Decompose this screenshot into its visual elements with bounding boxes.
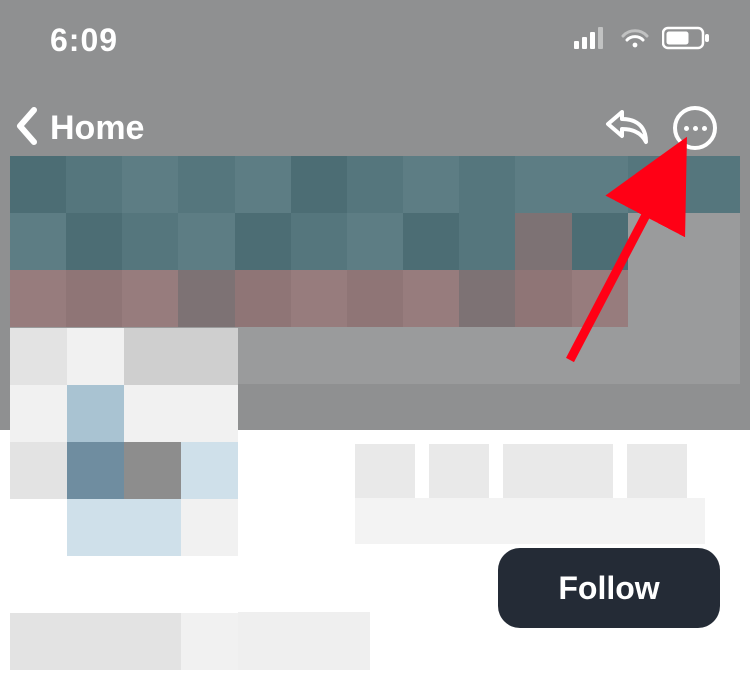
- profile-handle-placeholder: [355, 498, 705, 544]
- cellular-signal-icon: [574, 27, 608, 54]
- navigation-bar: Home: [0, 100, 750, 156]
- status-icons: [574, 26, 710, 55]
- more-options-button[interactable]: [670, 103, 720, 153]
- screen-root: 6:09 Home: [0, 0, 750, 691]
- chevron-left-icon: [12, 106, 40, 151]
- wifi-icon: [620, 27, 650, 54]
- profile-avatar-pixelated: [10, 328, 238, 670]
- status-time: 6:09: [50, 22, 118, 59]
- battery-icon: [662, 26, 710, 55]
- back-button[interactable]: Home: [12, 106, 144, 151]
- follow-button[interactable]: Follow: [498, 548, 720, 628]
- more-ellipsis-icon: [673, 106, 717, 150]
- back-label: Home: [50, 109, 144, 148]
- reply-arrow-icon: [604, 106, 650, 151]
- share-button[interactable]: [602, 103, 652, 153]
- follow-button-label: Follow: [558, 570, 659, 607]
- status-bar: 6:09: [0, 0, 750, 80]
